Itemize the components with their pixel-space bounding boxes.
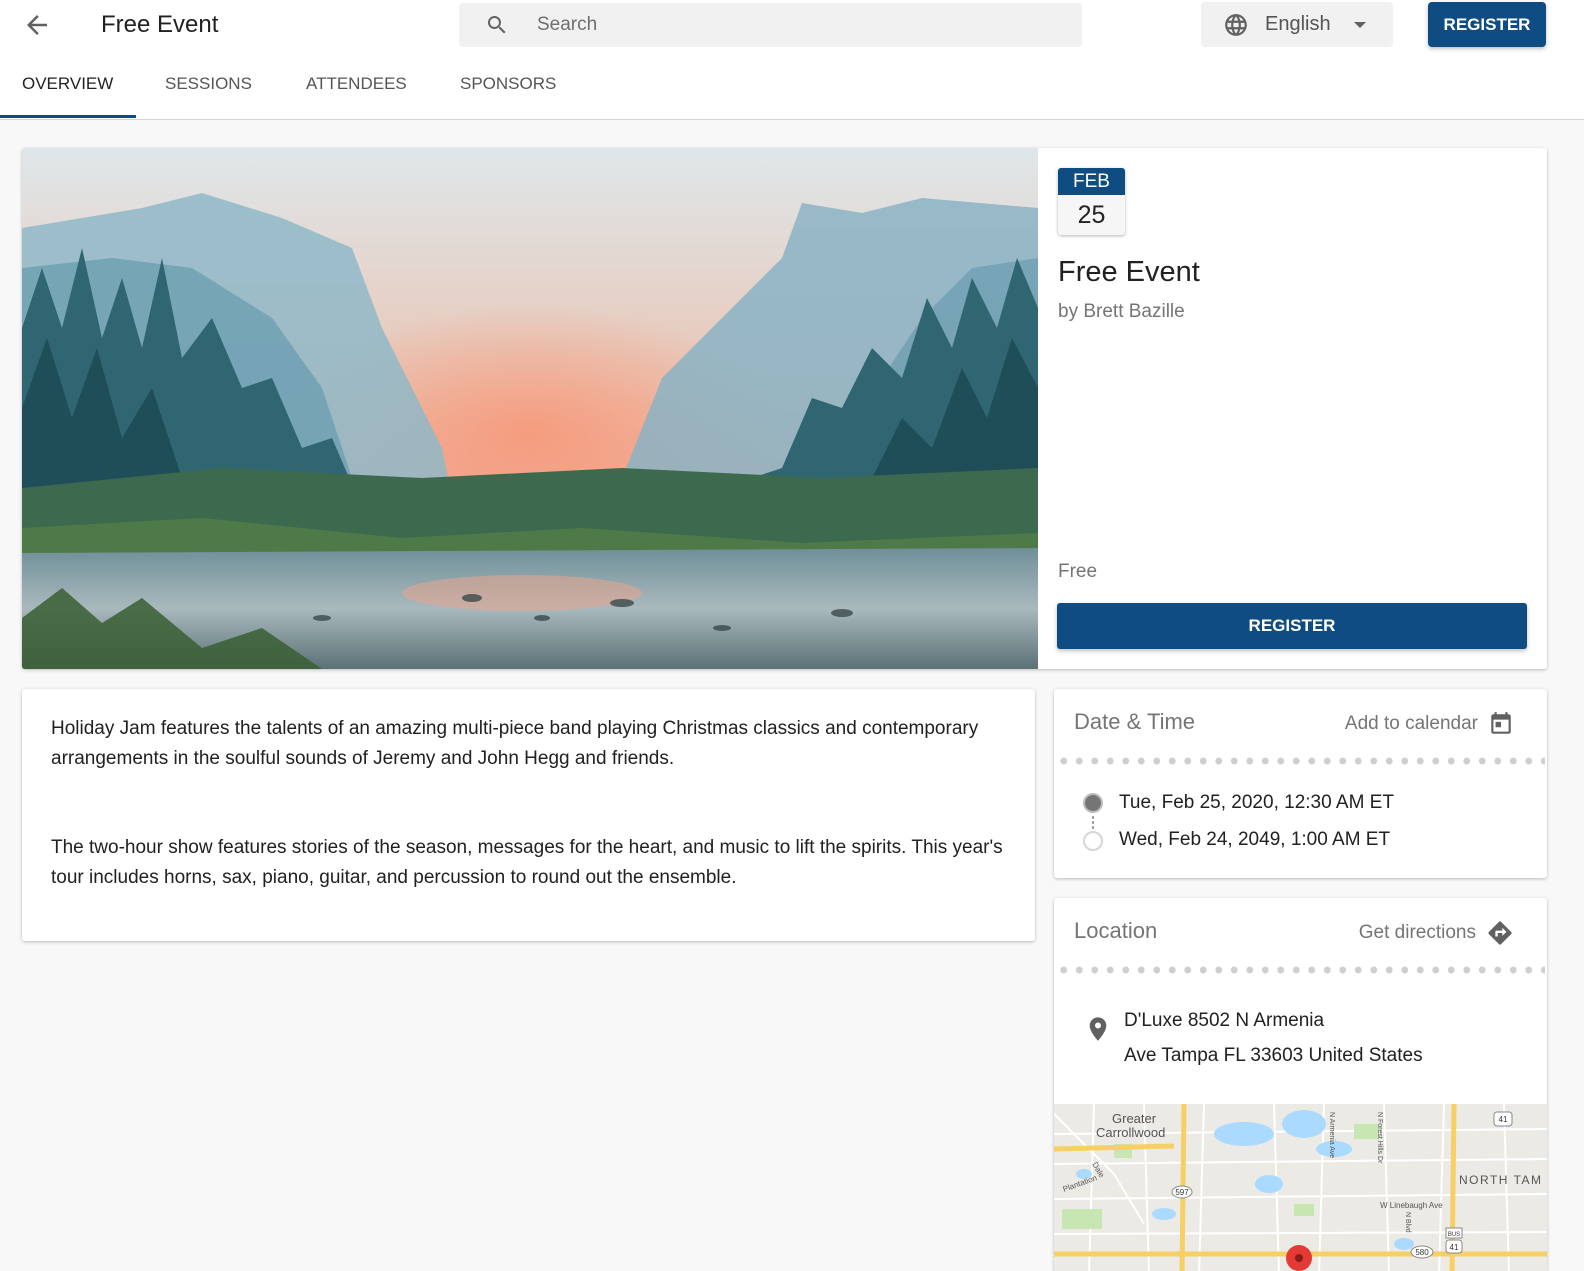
- map-shield: BUS: [1448, 1232, 1460, 1238]
- language-selector[interactable]: English: [1201, 2, 1393, 47]
- directions-icon: [1488, 921, 1512, 945]
- address-line-2: Ave Tampa FL 33603 United States: [1124, 1045, 1423, 1066]
- map-label: NORTH TAM: [1459, 1173, 1543, 1187]
- arrow-left-icon[interactable]: [22, 10, 52, 40]
- event-title: Free Event: [1058, 256, 1200, 288]
- map-label: W Linebaugh Ave: [1380, 1201, 1443, 1210]
- date-time-heading: Date & Time: [1074, 709, 1196, 734]
- top-app-bar: Free Event English REGISTER OVERVIEW SES…: [0, 0, 1584, 120]
- location-pin-icon: [1089, 1017, 1107, 1041]
- register-button-top[interactable]: REGISTER: [1428, 2, 1546, 47]
- event-cover-image: [22, 148, 1038, 669]
- get-directions-link[interactable]: Get directions: [1359, 918, 1514, 948]
- date-badge-month: FEB: [1058, 168, 1125, 195]
- tab-sessions[interactable]: SESSIONS: [165, 74, 252, 118]
- add-to-calendar-link[interactable]: Add to calendar: [1345, 709, 1514, 739]
- map-label: N Blvd: [1404, 1212, 1411, 1233]
- map-shield: 597: [1175, 1188, 1189, 1197]
- search-icon[interactable]: [485, 13, 509, 37]
- map-marker-icon: [1286, 1245, 1312, 1271]
- section-divider: [1056, 757, 1545, 765]
- add-to-calendar-label: Add to calendar: [1344, 713, 1478, 734]
- map-label: N Armenia Ave: [1328, 1112, 1335, 1158]
- get-directions-label: Get directions: [1358, 922, 1476, 943]
- end-marker: [1083, 831, 1103, 851]
- globe-icon: [1225, 14, 1247, 36]
- location-heading: Location: [1074, 918, 1158, 943]
- map-label: Carrollwood: [1096, 1125, 1165, 1140]
- register-button[interactable]: REGISTER: [1057, 603, 1527, 649]
- event-organizer: by Brett Bazille: [1058, 301, 1185, 322]
- map-label: Greater: [1112, 1111, 1157, 1126]
- start-marker: [1083, 793, 1103, 813]
- address-line-1: D'Luxe 8502 N Armenia: [1124, 1010, 1325, 1031]
- tab-attendees[interactable]: ATTENDEES: [306, 74, 407, 118]
- end-datetime: Wed, Feb 24, 2049, 1:00 AM ET: [1119, 829, 1391, 850]
- date-time-card: Date & Time Add to calendar Tue, Feb 25,…: [1054, 689, 1547, 878]
- language-label: English: [1265, 13, 1331, 35]
- date-badge-day: 25: [1077, 201, 1106, 229]
- search-bar[interactable]: [459, 3, 1082, 47]
- map-shield: 41: [1499, 1115, 1508, 1124]
- event-price: Free: [1058, 561, 1098, 582]
- description-paragraph: The two-hour show features stories of th…: [51, 837, 1003, 888]
- description-paragraph: Holiday Jam features the talents of an a…: [51, 718, 979, 769]
- tab-overview[interactable]: OVERVIEW: [22, 74, 113, 118]
- location-map[interactable]: Greater Carrollwood NORTH TAM W Linebaug…: [1054, 1104, 1547, 1271]
- calendar-icon: [1491, 712, 1511, 734]
- tab-active-indicator: [0, 115, 136, 118]
- map-shield: 580: [1415, 1248, 1429, 1257]
- map-label: N Forest Hills Dr: [1376, 1112, 1383, 1164]
- search-input[interactable]: [537, 3, 1057, 47]
- section-divider: [1056, 966, 1545, 974]
- tab-sponsors[interactable]: SPONSORS: [460, 74, 556, 118]
- date-badge: FEB 25: [1058, 168, 1125, 235]
- map-shield: 41: [1450, 1243, 1459, 1252]
- app-title: Free Event: [101, 11, 219, 38]
- start-datetime: Tue, Feb 25, 2020, 12:30 AM ET: [1119, 792, 1394, 813]
- event-description-card: Holiday Jam features the talents of an a…: [22, 689, 1035, 941]
- timeline-connector: [1092, 815, 1094, 831]
- event-hero-card: FEB 25 Free Event by Brett Bazille Free …: [22, 148, 1547, 669]
- location-card: Location Get directions D'Luxe 8502 N Ar…: [1054, 898, 1547, 1271]
- caret-down-icon: [1354, 22, 1366, 28]
